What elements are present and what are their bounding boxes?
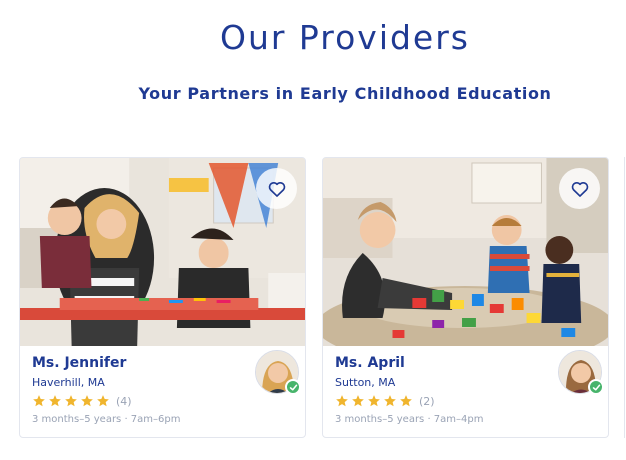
star-icon bbox=[97, 395, 109, 407]
star-icon bbox=[49, 395, 61, 407]
provider-card[interactable]: Ms. April Sutton, MA (2) 3 months–5 year… bbox=[322, 157, 609, 438]
provider-meta: 3 months–5 years · 7am–4pm bbox=[335, 414, 484, 425]
provider-name[interactable]: Ms. April bbox=[335, 355, 405, 371]
heart-outline-icon bbox=[571, 181, 588, 197]
avatar bbox=[255, 350, 301, 395]
star-icon bbox=[368, 395, 380, 407]
provider-location: Sutton, MA bbox=[335, 376, 396, 389]
star-icon bbox=[81, 395, 93, 407]
star-icon bbox=[336, 395, 348, 407]
provider-location: Haverhill, MA bbox=[32, 376, 105, 389]
provider-meta: 3 months–5 years · 7am–6pm bbox=[32, 414, 181, 425]
provider-name[interactable]: Ms. Jennifer bbox=[32, 355, 126, 371]
star-rating: (2) bbox=[335, 394, 435, 408]
favorite-button[interactable] bbox=[559, 168, 600, 209]
check-badge-icon bbox=[285, 379, 301, 395]
star-icon bbox=[33, 395, 45, 407]
provider-card[interactable]: Ms. Jennifer Haverhill, MA (4) 3 months–… bbox=[19, 157, 306, 438]
page-title: Our Providers bbox=[219, 18, 470, 57]
star-icon bbox=[384, 395, 396, 407]
star-icon bbox=[400, 395, 412, 407]
review-count[interactable]: (2) bbox=[419, 395, 435, 408]
favorite-button[interactable] bbox=[256, 168, 297, 209]
star-icon bbox=[65, 395, 77, 407]
heart-outline-icon bbox=[268, 181, 285, 197]
page-subtitle: Your Partners in Early Childhood Educati… bbox=[138, 84, 552, 103]
check-badge-icon bbox=[588, 379, 604, 395]
review-count[interactable]: (4) bbox=[116, 395, 132, 408]
avatar bbox=[558, 350, 604, 395]
star-icon bbox=[352, 395, 364, 407]
star-rating: (4) bbox=[32, 394, 132, 408]
